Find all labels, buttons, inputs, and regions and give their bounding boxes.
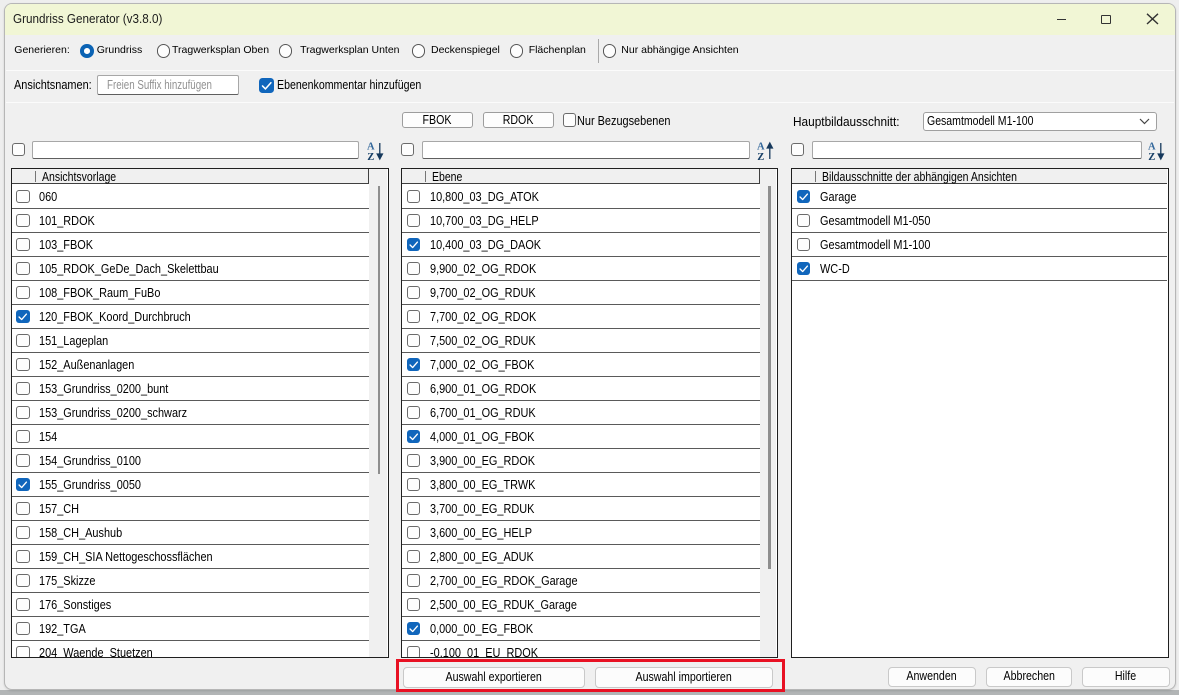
svg-text:A: A [1148,141,1156,152]
svg-text:Z: Z [1148,152,1155,161]
svg-text:Z: Z [757,152,764,161]
svg-text:A: A [757,141,765,152]
svg-text:Z: Z [367,152,374,161]
svg-text:A: A [367,141,375,152]
